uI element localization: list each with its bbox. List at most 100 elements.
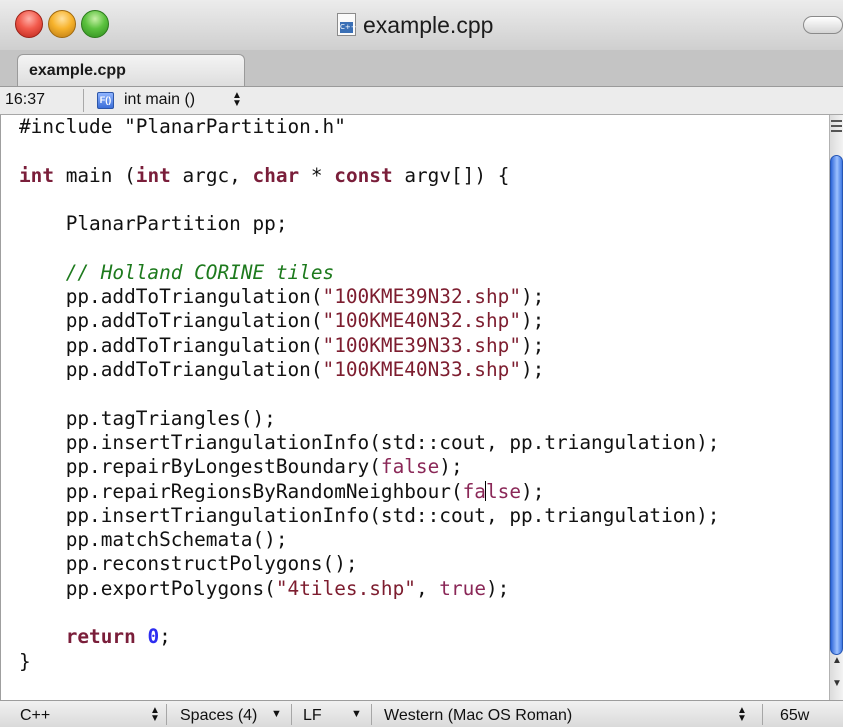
code-token: pp.insertTriangulationInfo(std::cout, pp… (19, 430, 720, 454)
function-badge-icon: F() (97, 92, 114, 109)
code-line[interactable]: pp.repairByLongestBoundary(false); (19, 455, 463, 479)
code-token: } (19, 649, 31, 673)
code-line[interactable]: return 0; (19, 625, 171, 649)
code-line[interactable]: } (19, 650, 31, 674)
code-line[interactable]: pp.addToTriangulation("100KME39N32.shp")… (19, 285, 545, 309)
code-token: pp.addToTriangulation( (19, 285, 323, 309)
code-token-lit: false (380, 455, 440, 479)
scroll-down-arrow-icon[interactable]: ▼ (832, 678, 842, 689)
code-token-str: "100KME39N32.shp" (322, 285, 521, 309)
code-line[interactable]: int main (int argc, char * const argv[])… (19, 164, 509, 188)
code-token: ; (159, 625, 171, 649)
status-divider (762, 704, 763, 725)
code-line[interactable]: pp.reconstructPolygons(); (19, 552, 358, 576)
title-bar[interactable]: C++ example.cpp (0, 0, 843, 51)
code-line[interactable]: pp.addToTriangulation("100KME40N33.shp")… (19, 358, 545, 382)
scroll-up-arrow-icon[interactable]: ▲ (832, 655, 842, 666)
code-token: pp.exportPolygons( (19, 576, 276, 600)
cpp-file-icon: C++ (337, 13, 357, 36)
code-token: pp.matchSchemata(); (19, 528, 288, 552)
close-window-button[interactable] (15, 10, 43, 38)
status-divider (371, 704, 372, 725)
split-view-icon[interactable] (831, 120, 842, 132)
code-token-cmt: // Holland CORINE tiles (65, 260, 335, 284)
code-line[interactable]: pp.addToTriangulation("100KME40N32.shp")… (19, 309, 545, 333)
code-line[interactable]: pp.insertTriangulationInfo(std::cout, pp… (19, 503, 720, 528)
indentation-popup[interactable]: Spaces (4) (180, 707, 257, 725)
code-line[interactable]: pp.insertTriangulationInfo(std::cout, pp… (19, 430, 720, 455)
code-token: argc, (170, 163, 253, 187)
code-token: pp.tagTriangles(); (19, 406, 276, 430)
code-token: ); (486, 576, 510, 600)
code-token-str: "100KME40N32.shp" (322, 309, 521, 333)
code-token-kw: const (334, 163, 393, 187)
code-token: pp.addToTriangulation( (19, 358, 323, 381)
code-token: ); (521, 285, 545, 309)
code-token-kw: int (19, 163, 55, 187)
code-token: pp.insertTriangulationInfo(std::cout, pp… (19, 503, 720, 527)
cursor-position[interactable]: 16:37 (5, 91, 45, 109)
popup-arrows-icon[interactable]: ▲ ▼ (232, 91, 242, 109)
tab-bar: example.cpp (0, 50, 843, 87)
code-line[interactable]: pp.repairRegionsByRandomNeighbour(false)… (19, 479, 545, 504)
language-popup-arrows-icon[interactable]: ▲ ▼ (150, 706, 160, 724)
vertical-scrollbar[interactable]: ▲ ▼ (829, 115, 843, 700)
status-divider (166, 704, 167, 725)
navigation-bar: 16:37 F() int main () ▲ ▼ (0, 87, 843, 115)
code-token: main ( (54, 163, 136, 187)
code-token-str: "100KME40N33.shp" (322, 358, 521, 381)
code-line[interactable]: pp.addToTriangulation("100KME39N33.shp")… (19, 333, 545, 358)
code-line[interactable]: PlanarPartition pp; (19, 212, 288, 236)
code-token: #include "PlanarPartition.h" (19, 115, 346, 138)
toolbar-toggle-button[interactable] (803, 16, 843, 34)
status-divider (291, 704, 292, 725)
code-token-lit: lse (485, 479, 522, 503)
code-token-str: "4tiles.shp" (275, 576, 416, 600)
window-title: example.cpp (363, 12, 494, 38)
code-token-num: 0 (147, 625, 160, 649)
code-token: PlanarPartition pp; (19, 212, 288, 236)
navigation-divider (83, 89, 84, 112)
line-endings-dropdown-icon[interactable]: ▼ (351, 708, 362, 720)
encoding-popup[interactable]: Western (Mac OS Roman) (384, 707, 572, 725)
code-line[interactable]: pp.exportPolygons("4tiles.shp", true); (19, 576, 510, 601)
code-line[interactable]: #include "PlanarPartition.h" (19, 115, 346, 139)
code-token: pp.repairRegionsByRandomNeighbour( (19, 479, 463, 503)
editor-window: C++ example.cpp example.cpp 16:37 F() in… (0, 0, 843, 727)
code-token: , (415, 576, 440, 600)
code-token-str: "100KME39N33.shp" (322, 333, 521, 357)
code-token: pp.reconstructPolygons(); (19, 552, 358, 576)
word-count: 65w (780, 707, 810, 724)
code-token: * (299, 163, 335, 187)
encoding-popup-arrows-icon[interactable]: ▲ ▼ (737, 706, 747, 724)
scrollbar-thumb[interactable] (830, 155, 843, 655)
code-token: ); (521, 333, 545, 357)
code-line[interactable]: pp.tagTriangles(); (19, 407, 276, 431)
cpp-file-icon-label: C++ (340, 22, 357, 33)
code-token-kw: int (135, 163, 171, 187)
code-line[interactable]: pp.matchSchemata(); (19, 528, 288, 552)
status-bar: C++ ▲ ▼ Spaces (4) ▼ LF ▼ Western (Mac OS… (0, 700, 843, 727)
tab-label: example.cpp (29, 62, 126, 79)
code-token: argv[]) { (392, 163, 510, 187)
code-token-lit: true (439, 576, 486, 600)
code-token: ); (521, 479, 545, 503)
code-editor[interactable]: #include "PlanarPartition.h" int main (in… (0, 115, 830, 700)
code-token: ); (439, 455, 463, 479)
language-popup[interactable]: C++ (20, 707, 50, 725)
code-line[interactable]: // Holland CORINE tiles (19, 260, 335, 285)
indentation-dropdown-icon[interactable]: ▼ (271, 708, 282, 720)
code-token-kw: char (252, 163, 300, 187)
line-endings-popup[interactable]: LF (303, 707, 322, 725)
tab-example-cpp[interactable]: example.cpp (17, 54, 245, 86)
code-token: ); (521, 309, 545, 333)
function-popup[interactable]: int main () (124, 91, 195, 109)
code-token-kw: return (65, 625, 136, 649)
minimize-window-button[interactable] (48, 10, 76, 38)
code-token: ); (521, 358, 545, 381)
zoom-window-button[interactable] (81, 10, 109, 38)
code-token: pp.repairByLongestBoundary( (19, 455, 381, 479)
